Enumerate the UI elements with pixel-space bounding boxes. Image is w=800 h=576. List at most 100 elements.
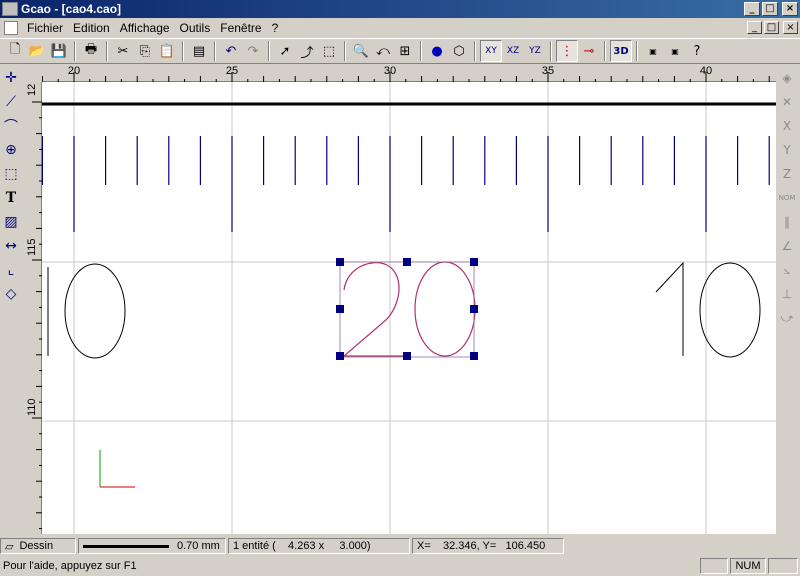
- status-panel-scroll: [768, 558, 798, 574]
- window-title: Gcao - [cao4.cao]: [21, 2, 122, 16]
- axis-y-icon[interactable]: Y: [776, 138, 798, 162]
- eraser-tool-icon[interactable]: ◇: [0, 282, 22, 306]
- orbit-icon[interactable]: ◈: [776, 66, 798, 90]
- view-xy-icon[interactable]: XY: [480, 40, 502, 62]
- ruler-label-110: 110: [26, 398, 38, 416]
- zoom-all-icon[interactable]: ⊞: [394, 40, 416, 62]
- view-xz-icon[interactable]: XZ: [502, 40, 524, 62]
- layer-name: Dessin: [19, 540, 54, 552]
- edit-points-icon[interactable]: ⤴: [296, 40, 318, 62]
- fillet-tool-icon[interactable]: ⌞: [0, 258, 22, 282]
- doc-close-button[interactable]: ×: [783, 21, 798, 34]
- axis-z-icon[interactable]: Z: [776, 162, 798, 186]
- ruler-label-30: 30: [383, 65, 397, 77]
- hatch-tool-icon[interactable]: ▨: [0, 210, 22, 234]
- tangent-icon[interactable]: ⤻: [776, 306, 798, 330]
- cursor-coordinates: X= 32.346, Y= 106.450: [417, 540, 546, 552]
- rotate-icon[interactable]: ✕: [776, 90, 798, 114]
- close-button[interactable]: ×: [782, 2, 798, 16]
- horizontal-ruler: 20 25 30 35 40: [42, 65, 776, 82]
- box-icon[interactable]: ⬡: [448, 40, 470, 62]
- help-cursor-icon[interactable]: ?: [686, 40, 708, 62]
- status-bar: Pour l'aide, appuyez sur F1 NUM: [0, 556, 800, 576]
- new-icon[interactable]: 🗋: [4, 40, 26, 62]
- snap-point-icon[interactable]: ⊸: [578, 40, 600, 62]
- redo-icon[interactable]: ↷: [242, 40, 264, 62]
- ruler-label-40: 40: [699, 65, 713, 77]
- app-icon[interactable]: [2, 2, 18, 16]
- layer-cell[interactable]: ▱ Dessin: [0, 538, 76, 554]
- menu-fenetre[interactable]: Fenêtre: [215, 21, 266, 35]
- properties-icon[interactable]: ▤: [188, 40, 210, 62]
- document-icon[interactable]: [4, 20, 18, 35]
- drawing-number-right: [655, 261, 761, 358]
- drawing-svg: [42, 82, 776, 534]
- layer-icon: ▱: [5, 540, 14, 553]
- menu-edition[interactable]: Edition: [68, 21, 115, 35]
- menu-fichier[interactable]: Fichier: [22, 21, 68, 35]
- snap-icon[interactable]: ⋮: [556, 40, 578, 62]
- menu-affichage[interactable]: Affichage: [115, 21, 175, 35]
- doc-minimize-button[interactable]: _: [747, 21, 762, 34]
- line-width-value: 0.70 mm: [177, 540, 220, 552]
- drawing-number-left: [47, 263, 126, 359]
- ruler-label-120: 12: [26, 83, 38, 96]
- maximize-button[interactable]: □: [762, 2, 778, 16]
- copy-icon[interactable]: ⎘: [134, 40, 156, 62]
- main-toolbar: 🗋 📂 💾 🖶 ✂ ⎘ 📋 ▤ ↶ ↷ ➚ ⤴ ⬚ 🔍 ⤺ ⊞ ● ⬡ XY X…: [0, 38, 800, 64]
- rectangle-tool-icon[interactable]: ⬚: [0, 162, 22, 186]
- properties-status-bar: ▱ Dessin 0.70 mm 1 entité ( 4.263 x 3.00…: [0, 537, 800, 555]
- line-width-cell[interactable]: 0.70 mm: [78, 538, 226, 554]
- arc-tool-icon[interactable]: ⌒: [0, 114, 22, 138]
- angle-2-icon[interactable]: ⦣: [776, 258, 798, 282]
- scale-ticks: [42, 136, 770, 232]
- print-icon[interactable]: 🖶: [80, 40, 102, 62]
- axis-x-icon[interactable]: X: [776, 114, 798, 138]
- point-tool-icon[interactable]: ✛: [0, 66, 22, 90]
- line-width-swatch: [83, 544, 169, 548]
- num-lock-indicator: NUM: [730, 558, 766, 574]
- selection-info: 1 entité ( 4.263 x 3.000): [233, 540, 371, 552]
- select-arrow-icon[interactable]: ➚: [274, 40, 296, 62]
- prn-2d-icon[interactable]: ▣: [642, 40, 664, 62]
- minimize-button[interactable]: _: [744, 2, 760, 16]
- vertical-ruler: 12 115 110: [24, 82, 42, 534]
- menu-help[interactable]: ?: [267, 21, 284, 35]
- save-icon[interactable]: 💾: [48, 40, 70, 62]
- ruler-label-20: 20: [67, 65, 81, 77]
- zoom-window-icon[interactable]: ⬚: [318, 40, 340, 62]
- drawing-number-center: [342, 261, 476, 357]
- doc-restore-button[interactable]: □: [764, 21, 779, 34]
- render-icon[interactable]: ●: [426, 40, 448, 62]
- view-3d-icon[interactable]: 3D: [610, 40, 632, 62]
- polyline-tool-icon[interactable]: ⟋: [0, 90, 22, 114]
- selection-cell: 1 entité ( 4.263 x 3.000): [228, 538, 410, 554]
- zoom-extents-icon[interactable]: 🔍: [350, 40, 372, 62]
- cut-icon[interactable]: ✂: [112, 40, 134, 62]
- parallel-icon[interactable]: ∥: [776, 210, 798, 234]
- open-icon[interactable]: 📂: [26, 40, 48, 62]
- dimension-tool-icon[interactable]: ↔: [0, 234, 22, 258]
- undo-icon[interactable]: ↶: [220, 40, 242, 62]
- circle-tool-icon[interactable]: ⊕: [0, 138, 22, 162]
- angle-icon[interactable]: ∠: [776, 234, 798, 258]
- zoom-previous-icon[interactable]: ⤺: [372, 40, 394, 62]
- view-yz-icon[interactable]: YZ: [524, 40, 546, 62]
- menu-outils[interactable]: Outils: [175, 21, 216, 35]
- normal-icon[interactable]: NOM: [776, 186, 798, 210]
- status-panel-empty: [700, 558, 728, 574]
- ruler-label-35: 35: [541, 65, 555, 77]
- help-text: Pour l'aide, appuyez sur F1: [3, 560, 137, 572]
- perpendicular-icon[interactable]: ⊥: [776, 282, 798, 306]
- title-bar: Gcao - [cao4.cao] _ □ ×: [0, 0, 800, 18]
- ruler-label-115: 115: [26, 238, 38, 256]
- menu-bar: Fichier Edition Affichage Outils Fenêtre…: [0, 18, 800, 37]
- left-tool-palette: ✛ ⟋ ⌒ ⊕ ⬚ T ▨ ↔ ⌞ ◇: [0, 66, 24, 536]
- ruler-label-25: 25: [225, 65, 239, 77]
- paste-icon[interactable]: 📋: [156, 40, 178, 62]
- text-tool-icon[interactable]: T: [0, 186, 22, 210]
- grid: [42, 82, 776, 534]
- prn-3d-icon[interactable]: ▣: [664, 40, 686, 62]
- coords-cell: X= 32.346, Y= 106.450: [412, 538, 564, 554]
- drawing-canvas[interactable]: 10 20 10: [42, 82, 776, 534]
